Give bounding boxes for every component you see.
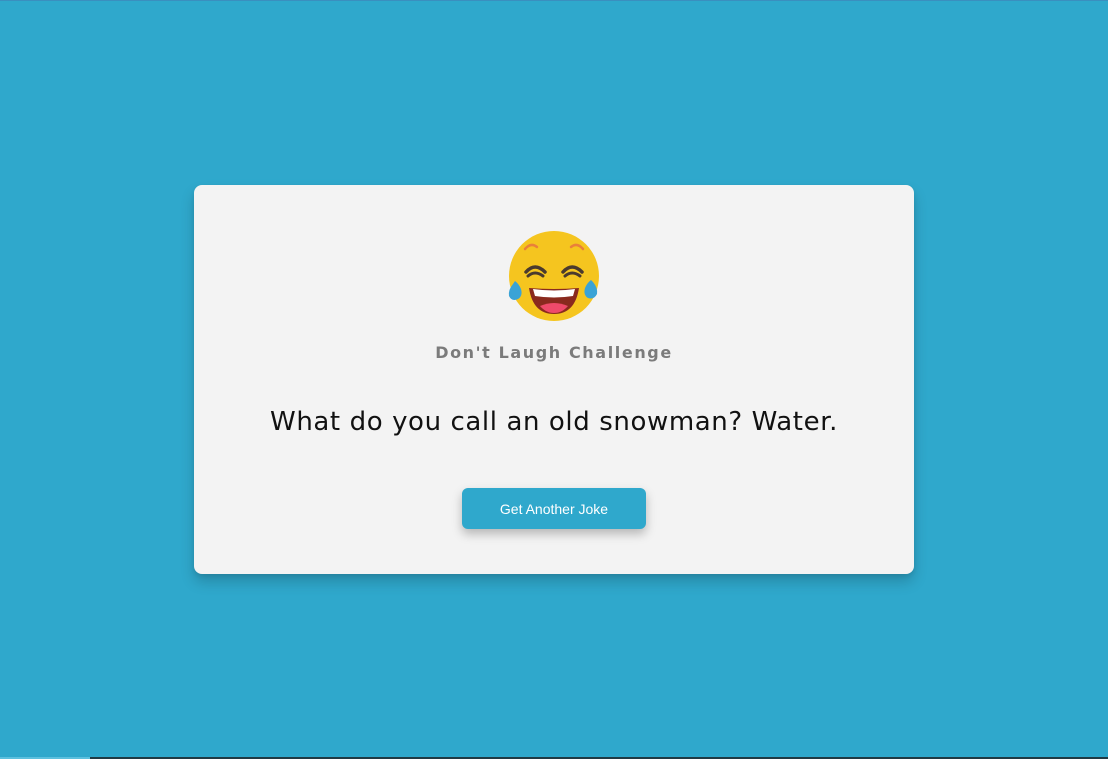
challenge-title: Don't Laugh Challenge	[435, 343, 673, 362]
joke-card: Don't Laugh Challenge What do you call a…	[194, 185, 914, 574]
get-another-joke-button[interactable]: Get Another Joke	[462, 488, 646, 529]
joke-text: What do you call an old snowman? Water.	[270, 407, 838, 437]
window-top-border	[0, 0, 1108, 1]
laughing-with-tears-icon	[508, 231, 599, 321]
